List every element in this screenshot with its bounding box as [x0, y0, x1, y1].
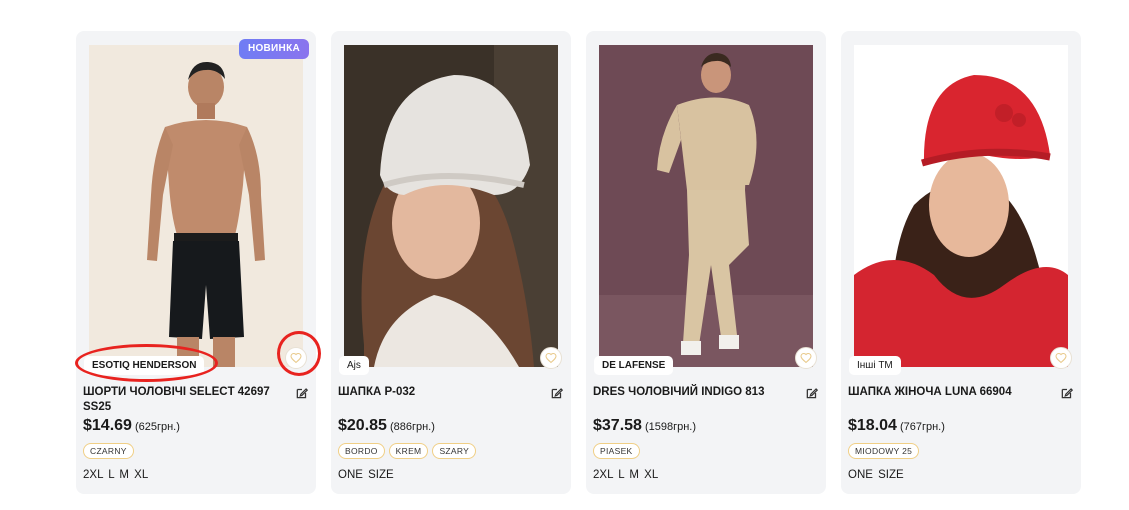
price-usd: $37.58	[593, 417, 642, 434]
price: $18.04 (767грн.)	[848, 417, 945, 435]
brand-label: Ajs	[339, 356, 369, 375]
edit-icon	[1061, 388, 1074, 399]
product-card[interactable]: Ajs ШАПКА P-032 $20.85 (886грн.) BORDO KR…	[331, 31, 571, 494]
product-title[interactable]: DRES ЧОЛОВІЧИЙ INDIGO 813	[593, 385, 793, 400]
favorite-button[interactable]	[1050, 347, 1072, 369]
product-title[interactable]: ШОРТИ ЧОЛОВІЧІ SELECT 42697 SS25	[83, 385, 283, 415]
color-chip[interactable]: MIODOWY 25	[848, 443, 920, 459]
heart-icon	[800, 352, 812, 364]
favorite-button[interactable]	[285, 347, 307, 369]
product-photo[interactable]	[854, 45, 1068, 367]
brand-label: DE LAFENSE	[594, 356, 674, 375]
color-options: PIASEK	[593, 443, 640, 459]
brand-label: Інші ТМ	[849, 356, 901, 375]
price-uah: (625грн.)	[134, 421, 180, 433]
size-list: 2XL L M XL	[83, 469, 149, 481]
price: $20.85 (886грн.)	[338, 417, 435, 435]
size-list: 2XL L M XL	[593, 469, 659, 481]
product-card[interactable]: НОВИНКА ESOTIQ HENDERSON ШОРТИ ЧОЛОВІЧІ …	[76, 31, 316, 494]
new-badge: НОВИНКА	[238, 39, 309, 59]
edit-icon	[551, 388, 564, 399]
color-chip[interactable]: SZARY	[432, 443, 477, 459]
product-title[interactable]: ШАПКА P-032	[338, 385, 538, 400]
color-chip[interactable]: BORDO	[338, 443, 385, 459]
edit-button[interactable]	[295, 386, 309, 400]
product-photo[interactable]	[344, 45, 558, 367]
price: $37.58 (1598грн.)	[593, 417, 696, 435]
color-options: MIODOWY 25	[848, 443, 920, 459]
price-usd: $14.69	[83, 417, 132, 434]
heart-icon	[545, 352, 557, 364]
heart-icon	[1055, 352, 1067, 364]
brand-label: ESOTIQ HENDERSON	[84, 356, 205, 375]
price-uah: (767грн.)	[899, 421, 945, 433]
edit-icon	[806, 388, 819, 399]
edit-button[interactable]	[550, 386, 564, 400]
product-card[interactable]: Інші ТМ ШАПКА ЖІНОЧА LUNA 66904 $18.04 (7…	[841, 31, 1081, 494]
size-list: ONE SIZE	[338, 469, 394, 481]
size-list: ONE SIZE	[848, 469, 904, 481]
product-card[interactable]: DE LAFENSE DRES ЧОЛОВІЧИЙ INDIGO 813 $37…	[586, 31, 826, 494]
heart-icon	[290, 352, 302, 364]
edit-button[interactable]	[1060, 386, 1074, 400]
color-options: CZARNY	[83, 443, 134, 459]
product-photo[interactable]	[599, 45, 813, 367]
product-title[interactable]: ШАПКА ЖІНОЧА LUNA 66904	[848, 385, 1048, 400]
product-photo[interactable]	[89, 45, 303, 367]
favorite-button[interactable]	[540, 347, 562, 369]
price-uah: (886грн.)	[389, 421, 435, 433]
price: $14.69 (625грн.)	[83, 417, 180, 435]
color-chip[interactable]: PIASEK	[593, 443, 640, 459]
color-chip[interactable]: KREM	[388, 443, 429, 459]
color-chip[interactable]: CZARNY	[83, 443, 134, 459]
price-usd: $20.85	[338, 417, 387, 434]
edit-icon	[296, 388, 309, 399]
favorite-button[interactable]	[795, 347, 817, 369]
price-uah: (1598грн.)	[644, 421, 696, 433]
edit-button[interactable]	[805, 386, 819, 400]
color-options: BORDO KREM SZARY	[338, 443, 477, 459]
price-usd: $18.04	[848, 417, 897, 434]
